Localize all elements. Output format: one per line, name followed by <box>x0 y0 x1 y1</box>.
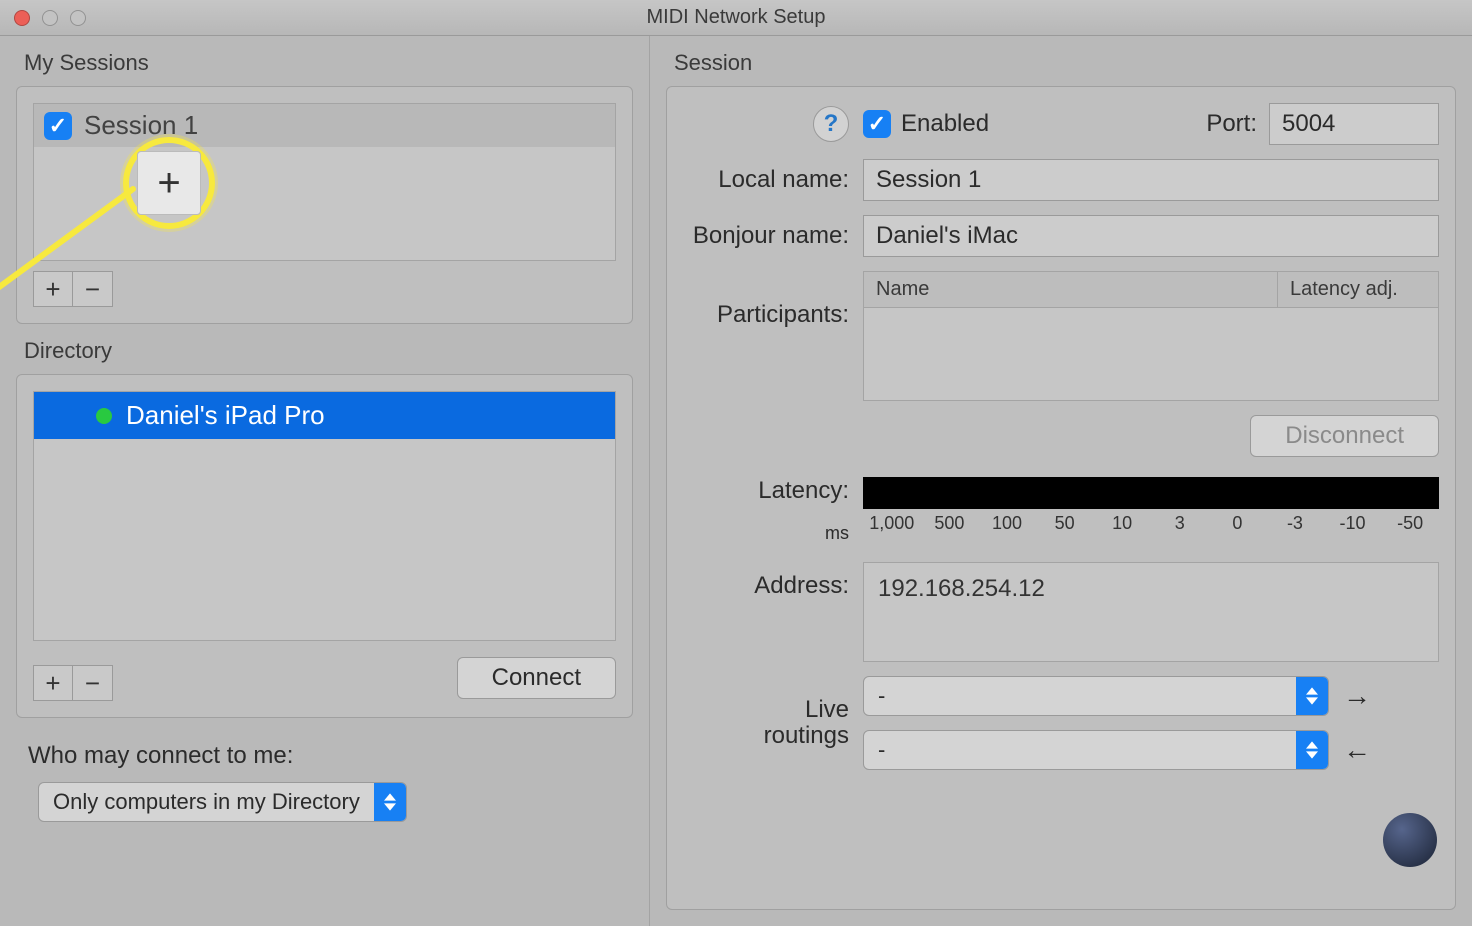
my-sessions-label: My Sessions <box>0 36 649 86</box>
live-routings-label-1: Live <box>683 697 849 723</box>
session-panel: ? ✓ Enabled Port: 5004 Local name: <box>666 86 1456 910</box>
session-enabled-checkbox[interactable]: ✓ <box>44 112 72 140</box>
session-name: Session 1 <box>84 110 198 141</box>
address-label: Address: <box>683 562 863 600</box>
bonjour-name-field[interactable]: Daniel's iMac <box>863 215 1439 257</box>
latency-ticks: 1,000 500 100 50 10 3 0 -3 -10 -50 <box>863 513 1439 534</box>
network-globe-icon <box>1383 813 1437 867</box>
select-arrows-icon <box>1296 677 1328 715</box>
select-arrows-icon <box>1296 731 1328 769</box>
connect-button[interactable]: Connect <box>457 657 616 699</box>
participants-label: Participants: <box>683 271 863 329</box>
online-status-icon <box>96 408 112 424</box>
who-may-connect-select[interactable]: Only computers in my Directory <box>38 782 407 822</box>
bonjour-name-label: Bonjour name: <box>683 222 863 250</box>
directory-item-name: Daniel's iPad Pro <box>126 400 325 431</box>
routing-out-select[interactable]: - <box>863 676 1329 716</box>
directory-item[interactable]: Daniel's iPad Pro <box>34 392 615 439</box>
remove-directory-button[interactable]: − <box>73 665 113 701</box>
session-section-label: Session <box>650 36 1472 86</box>
zoom-window-button[interactable] <box>70 10 86 26</box>
minimize-window-button[interactable] <box>42 10 58 26</box>
local-name-label: Local name: <box>683 166 863 194</box>
close-window-button[interactable] <box>14 10 30 26</box>
port-field[interactable]: 5004 <box>1269 103 1439 145</box>
my-sessions-panel: ✓ Session 1 + − + <box>16 86 633 324</box>
disconnect-button[interactable]: Disconnect <box>1250 415 1439 457</box>
directory-label: Directory <box>0 324 649 374</box>
address-value: 192.168.254.12 <box>878 575 1424 603</box>
window-title: MIDI Network Setup <box>0 6 1472 29</box>
who-may-connect-label: Who may connect to me: <box>0 742 649 770</box>
enabled-label: Enabled <box>901 110 989 138</box>
latency-label: Latency: <box>683 477 849 505</box>
help-button[interactable]: ? <box>813 106 849 142</box>
session-row[interactable]: ✓ Session 1 <box>34 104 615 147</box>
port-label: Port: <box>1206 110 1257 138</box>
remove-session-button[interactable]: − <box>73 271 113 307</box>
titlebar: MIDI Network Setup <box>0 0 1472 36</box>
latency-meter <box>863 477 1439 509</box>
directory-list[interactable]: Daniel's iPad Pro <box>33 391 616 641</box>
participants-header-latency: Latency adj. <box>1278 272 1438 307</box>
local-name-field[interactable]: Session 1 <box>863 159 1439 201</box>
add-session-button[interactable]: + <box>33 271 73 307</box>
who-may-connect-value: Only computers in my Directory <box>39 789 374 815</box>
arrow-left-icon: ← <box>1343 734 1371 766</box>
enabled-checkbox[interactable]: ✓ <box>863 110 891 138</box>
directory-panel: Daniel's iPad Pro + − Connect <box>16 374 633 718</box>
sessions-list[interactable]: ✓ Session 1 <box>33 103 616 261</box>
live-routings-label-2: routings <box>683 723 849 749</box>
routing-in-select[interactable]: - <box>863 730 1329 770</box>
participants-header-name: Name <box>864 272 1278 307</box>
add-directory-button[interactable]: + <box>33 665 73 701</box>
select-arrows-icon <box>374 783 406 821</box>
address-box: 192.168.254.12 <box>863 562 1439 662</box>
latency-unit: ms <box>683 523 849 544</box>
participants-table[interactable]: Name Latency adj. <box>863 271 1439 401</box>
arrow-right-icon: → <box>1343 680 1371 712</box>
